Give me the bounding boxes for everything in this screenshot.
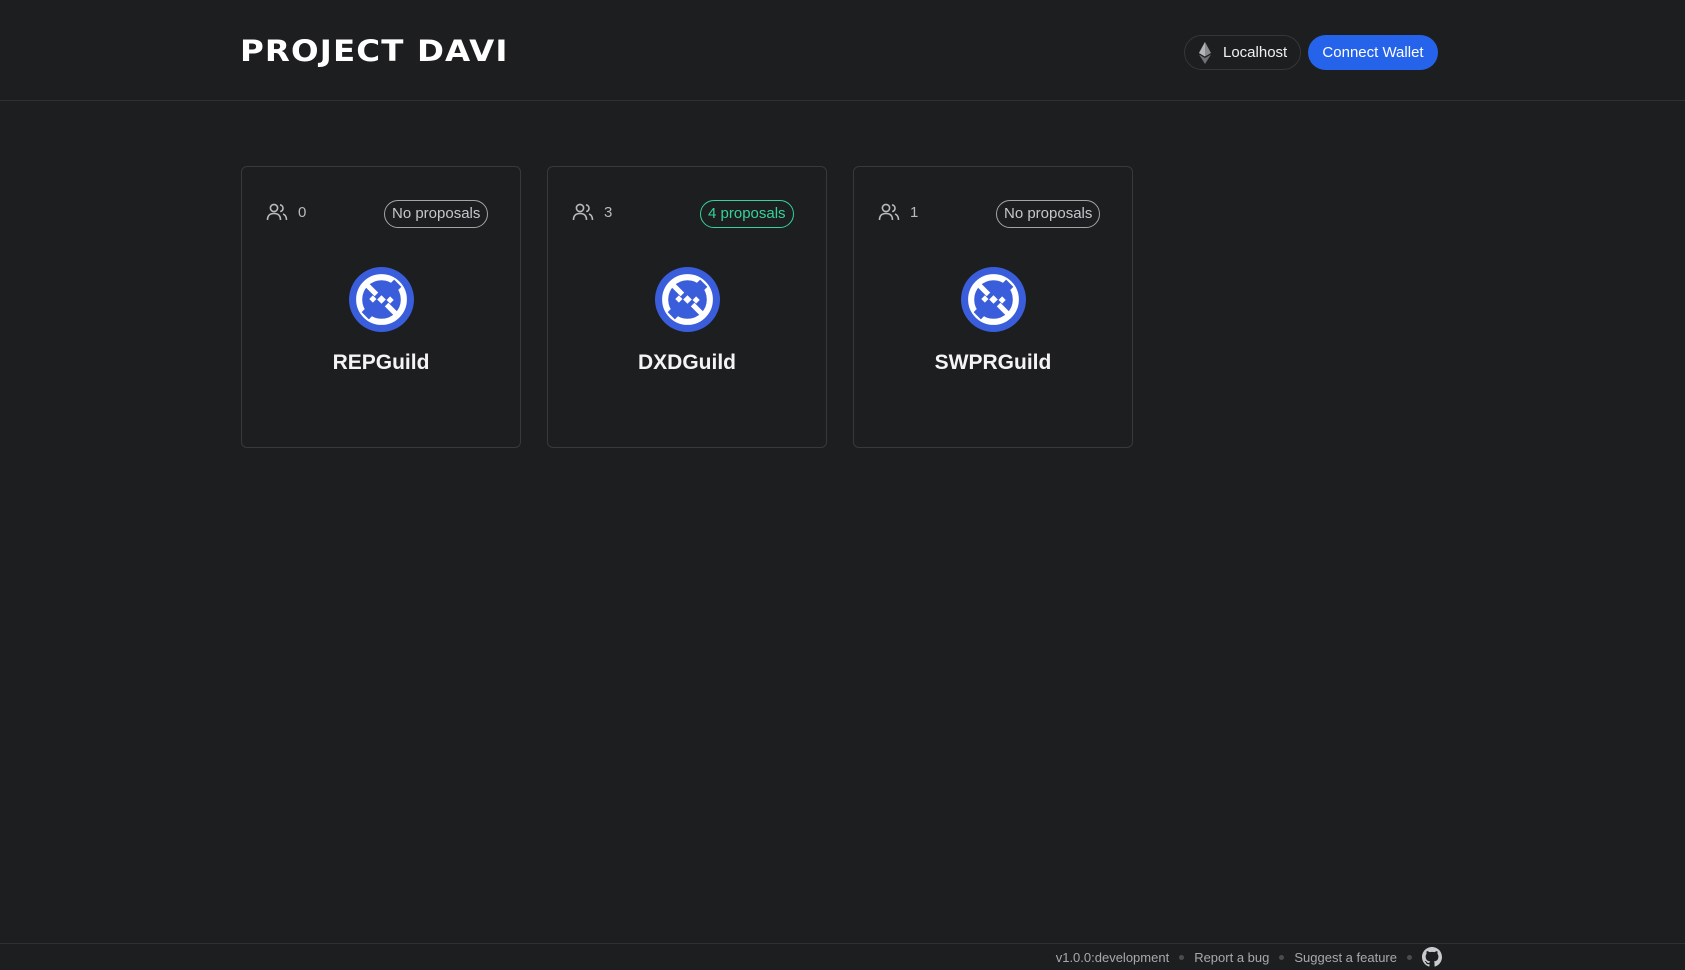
- member-count: 3: [572, 203, 612, 221]
- github-icon[interactable]: [1422, 947, 1442, 967]
- guild-card[interactable]: 1 No proposals SWPRGuild: [853, 166, 1133, 448]
- suggest-feature-link[interactable]: Suggest a feature: [1294, 950, 1397, 965]
- member-count-value: 3: [604, 203, 613, 221]
- app-logo[interactable]: PROJECT DAVI: [240, 33, 509, 69]
- users-icon: [572, 203, 594, 221]
- footer-links: v1.0.0:development Report a bug Suggest …: [1056, 947, 1442, 967]
- guild-name: REPGuild: [332, 351, 430, 374]
- guild-card[interactable]: 0 No proposals REPGuild: [241, 166, 521, 448]
- footer-separator: [1279, 954, 1285, 960]
- proposals-badge: 4 proposals: [700, 200, 794, 228]
- network-selector-button[interactable]: Localhost: [1184, 35, 1301, 70]
- guild-name: DXDGuild: [638, 351, 736, 374]
- guild-logo-icon: [349, 267, 414, 332]
- footer-separator: [1179, 954, 1185, 960]
- users-icon: [266, 203, 288, 221]
- version-label: v1.0.0:development: [1055, 949, 1170, 965]
- connect-wallet-button[interactable]: Connect Wallet: [1308, 35, 1438, 70]
- proposals-badge: No proposals: [384, 200, 489, 228]
- top-bar: PROJECT DAVI Localhost Connect Wallet: [0, 0, 1685, 101]
- report-bug-link[interactable]: Report a bug: [1194, 950, 1269, 965]
- member-count: 1: [878, 203, 918, 221]
- guild-logo-icon: [655, 267, 720, 332]
- guild-card[interactable]: 3 4 proposals DXDGuild: [547, 166, 827, 448]
- member-count-value: 0: [298, 203, 307, 221]
- footer: v1.0.0:development Report a bug Suggest …: [0, 943, 1685, 970]
- users-icon: [878, 203, 900, 221]
- member-count-value: 1: [910, 203, 919, 221]
- member-count: 0: [266, 203, 306, 221]
- guild-name: SWPRGuild: [934, 351, 1052, 374]
- proposals-badge: No proposals: [996, 200, 1101, 228]
- footer-separator: [1407, 954, 1412, 960]
- guild-logo-icon: [961, 267, 1026, 332]
- ethereum-icon: [1199, 41, 1211, 64]
- network-label: Localhost: [1223, 44, 1288, 61]
